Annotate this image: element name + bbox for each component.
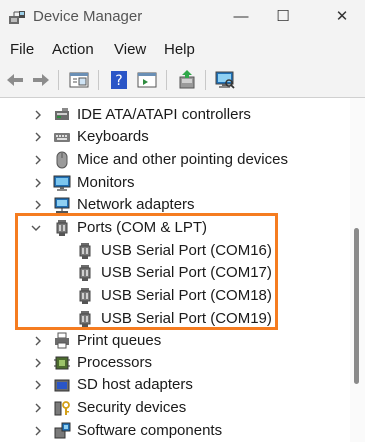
menu-view[interactable]: View	[114, 41, 146, 58]
properties-icon[interactable]	[68, 69, 90, 91]
update-driver-icon[interactable]	[176, 69, 198, 91]
tree-item-label: Security devices	[77, 399, 187, 416]
tree-item-label: SD host adapters	[77, 376, 193, 393]
tree-item-label: Network adapters	[77, 196, 195, 213]
toolbar-separator	[98, 70, 99, 90]
chevron-right-icon[interactable]	[31, 176, 45, 190]
close-button[interactable]: ✕	[331, 6, 353, 28]
sd-adapter-icon	[54, 379, 70, 392]
tree-item-ide-controllers[interactable]: IDE ATA/ATAPI controllers	[0, 104, 350, 126]
tree-item-processors[interactable]: Processors	[0, 352, 350, 374]
chevron-right-icon[interactable]	[31, 108, 45, 122]
ide-controller-icon	[55, 108, 69, 120]
tree-item-security-devices[interactable]: Security devices	[0, 397, 350, 419]
chevron-right-icon[interactable]	[31, 130, 45, 144]
help-icon[interactable]: ?	[108, 69, 130, 91]
chevron-right-icon[interactable]	[31, 356, 45, 370]
device-manager-app-icon	[9, 11, 25, 24]
svg-text:?: ?	[115, 73, 122, 89]
view-icon[interactable]	[136, 69, 158, 91]
network-adapter-icon	[54, 197, 70, 213]
highlight-box	[15, 213, 278, 330]
tree-item-label: IDE ATA/ATAPI controllers	[77, 106, 251, 123]
tree-item-label: Mice and other pointing devices	[77, 151, 288, 168]
chevron-right-icon[interactable]	[31, 424, 45, 438]
tree-item-print-queues[interactable]: Print queues	[0, 330, 350, 352]
chevron-right-icon[interactable]	[31, 401, 45, 415]
toolbar-separator	[166, 70, 167, 90]
menu-file[interactable]: File	[10, 41, 34, 58]
tree-item-label: Print queues	[77, 332, 162, 349]
tree-item-keyboards[interactable]: Keyboards	[0, 126, 350, 148]
tree-item-software-components[interactable]: Software components	[0, 420, 350, 442]
back-icon[interactable]	[4, 69, 26, 91]
menu-bar: File Action View Help	[0, 34, 365, 64]
chevron-right-icon[interactable]	[31, 334, 45, 348]
tree-item-sd-host-adapters[interactable]: SD host adapters	[0, 374, 350, 396]
tree-item-mice[interactable]: Mice and other pointing devices	[0, 149, 350, 171]
toolbar: ?	[0, 64, 365, 98]
title-bar: Device Manager — ☐ ✕	[0, 0, 365, 34]
tree-item-label: Software components	[77, 422, 223, 439]
chevron-right-icon[interactable]	[31, 378, 45, 392]
security-device-icon	[54, 401, 70, 416]
toolbar-separator	[58, 70, 59, 90]
scan-hardware-icon[interactable]	[214, 69, 236, 91]
keyboard-icon	[54, 133, 70, 142]
tree-item-label: Monitors	[77, 174, 135, 191]
processor-icon	[54, 356, 70, 370]
tree-item-label: Keyboards	[77, 128, 149, 145]
scrollbar-thumb[interactable]	[354, 228, 359, 384]
window-title: Device Manager	[33, 8, 143, 25]
monitor-icon	[53, 175, 71, 191]
menu-action[interactable]: Action	[52, 41, 94, 58]
menu-help[interactable]: Help	[164, 41, 195, 58]
maximize-button[interactable]: ☐	[272, 6, 294, 28]
tree-item-monitors[interactable]: Monitors	[0, 172, 350, 194]
chevron-right-icon[interactable]	[31, 153, 45, 167]
toolbar-separator	[205, 70, 206, 90]
software-component-icon	[54, 422, 71, 439]
chevron-right-icon[interactable]	[31, 198, 45, 212]
forward-icon[interactable]	[30, 69, 52, 91]
tree-item-label: Processors	[77, 354, 153, 371]
minimize-button[interactable]: —	[230, 6, 252, 28]
mouse-icon	[56, 151, 68, 169]
printer-icon	[55, 332, 69, 349]
